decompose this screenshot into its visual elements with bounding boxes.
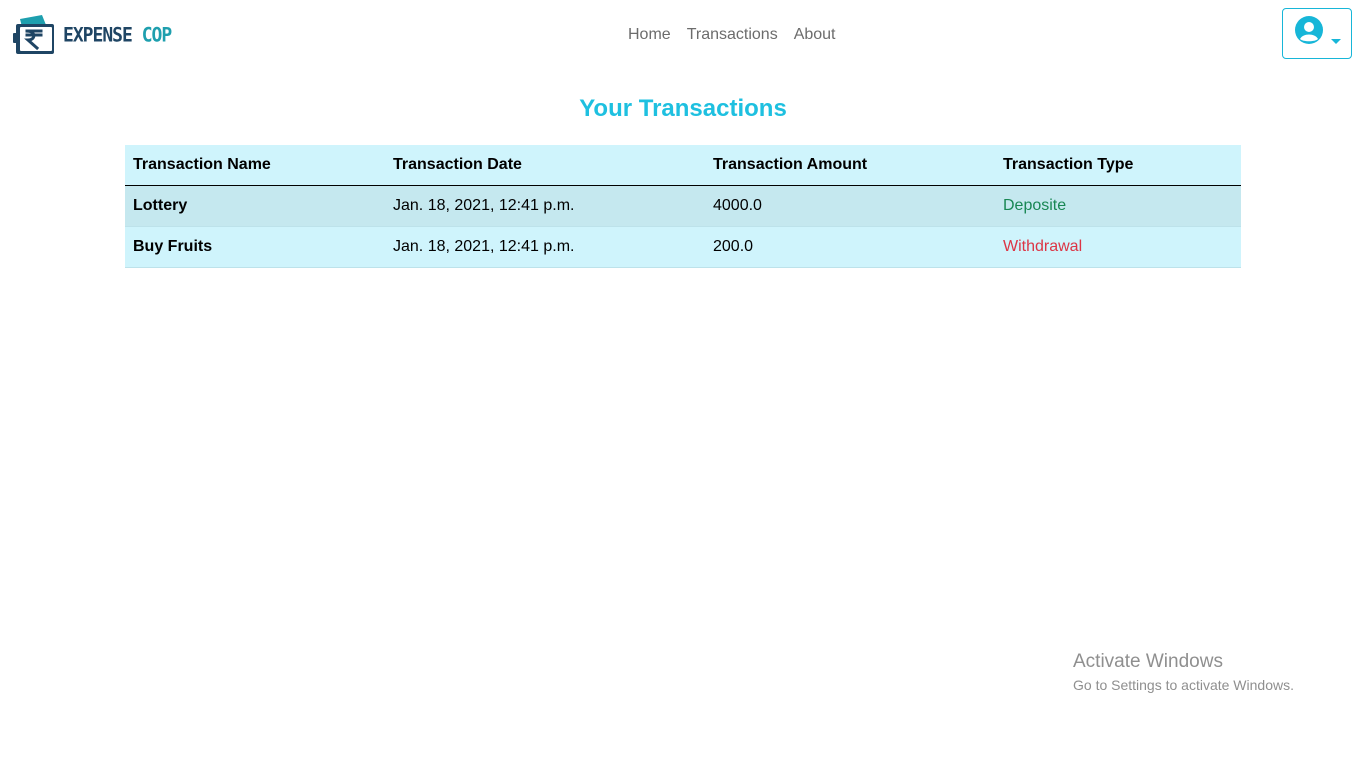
watermark-subtitle: Go to Settings to activate Windows. <box>1073 677 1294 693</box>
table-body: Lottery Jan. 18, 2021, 12:41 p.m. 4000.0… <box>125 185 1241 268</box>
top-navbar: EXPENSE COP Home Transactions About <box>0 0 1366 70</box>
header-transaction-type: Transaction Type <box>995 145 1241 186</box>
table-row: Lottery Jan. 18, 2021, 12:41 p.m. 4000.0… <box>125 185 1241 227</box>
brand-name-primary: EXPENSE <box>63 23 133 47</box>
brand-link[interactable]: EXPENSE COP <box>12 13 172 57</box>
windows-activation-watermark: Activate Windows Go to Settings to activ… <box>1073 651 1294 696</box>
table-row: Buy Fruits Jan. 18, 2021, 12:41 p.m. 200… <box>125 226 1241 268</box>
cell-transaction-name: Buy Fruits <box>125 226 385 268</box>
user-menu-button[interactable] <box>1282 8 1352 59</box>
nav-link-transactions[interactable]: Transactions <box>679 24 786 46</box>
brand-name: EXPENSE COP <box>63 23 172 47</box>
cell-transaction-date: Jan. 18, 2021, 12:41 p.m. <box>385 185 705 227</box>
watermark-title: Activate Windows <box>1073 651 1223 672</box>
cell-transaction-type: Withdrawal <box>995 226 1241 268</box>
page-title: Your Transactions <box>579 95 787 122</box>
cell-transaction-amount: 4000.0 <box>705 185 995 227</box>
cell-transaction-type: Deposite <box>995 185 1241 227</box>
header-transaction-name: Transaction Name <box>125 145 385 186</box>
brand-name-secondary: COP <box>141 23 172 47</box>
cell-transaction-date: Jan. 18, 2021, 12:41 p.m. <box>385 226 705 268</box>
table-header: Transaction Name Transaction Date Transa… <box>125 145 1241 186</box>
user-circle-icon <box>1295 16 1323 44</box>
header-transaction-date: Transaction Date <box>385 145 705 186</box>
transactions-table: Transaction Name Transaction Date Transa… <box>125 145 1241 268</box>
cell-transaction-amount: 200.0 <box>705 226 995 268</box>
cell-transaction-name: Lottery <box>125 185 385 227</box>
nav-links: Home Transactions About <box>620 24 844 46</box>
table-header-row: Transaction Name Transaction Date Transa… <box>125 145 1241 186</box>
header-transaction-amount: Transaction Amount <box>705 145 995 186</box>
nav-link-about[interactable]: About <box>786 24 844 46</box>
rupee-wallet-icon <box>13 15 54 54</box>
caret-down-icon <box>1331 39 1341 44</box>
nav-link-home[interactable]: Home <box>620 24 679 46</box>
